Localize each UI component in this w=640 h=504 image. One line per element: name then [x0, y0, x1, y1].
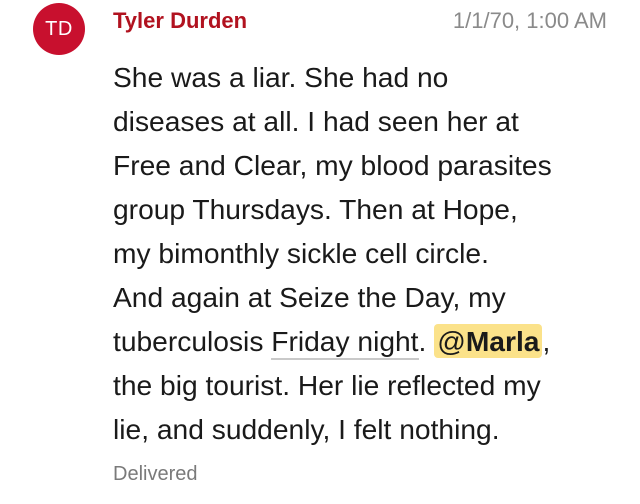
message-line: diseases at all. I had seen her at	[113, 105, 519, 137]
message-body: She was a liar. She had no diseases at a…	[113, 55, 613, 451]
message-text: tuberculosis	[113, 325, 272, 357]
message-line: And again at Seize the Day, my	[113, 281, 506, 313]
message-line: tuberculosis Friday night. @Marla,	[113, 319, 613, 363]
message-timestamp: 1/1/70, 1:00 AM	[452, 8, 607, 33]
mention-at: @	[437, 325, 466, 357]
message-line: group Thursdays. Then at Hope,	[113, 193, 518, 225]
message-line: Free and Clear, my blood parasites	[113, 149, 552, 181]
message-line: lie, and suddenly, I felt nothing.	[113, 413, 500, 445]
message-text: .	[418, 325, 435, 357]
mention-name: Marla	[465, 325, 540, 357]
mention-marla[interactable]: @Marla	[434, 324, 543, 358]
delivery-status: Delivered	[113, 463, 198, 485]
avatar[interactable]: TD	[33, 3, 85, 55]
message-line: my bimonthly sickle cell circle.	[113, 237, 489, 269]
avatar-initials: TD	[45, 17, 73, 40]
message-item[interactable]: TD Tyler Durden 1/1/70, 1:00 AM She was …	[0, 0, 640, 504]
message-line: the big tourist. Her lie reflected my	[113, 369, 541, 401]
message-text: ,	[542, 325, 551, 357]
message-line: She was a liar. She had no	[113, 61, 449, 93]
date-link[interactable]: Friday night	[271, 325, 419, 360]
sender-name[interactable]: Tyler Durden	[113, 8, 247, 34]
